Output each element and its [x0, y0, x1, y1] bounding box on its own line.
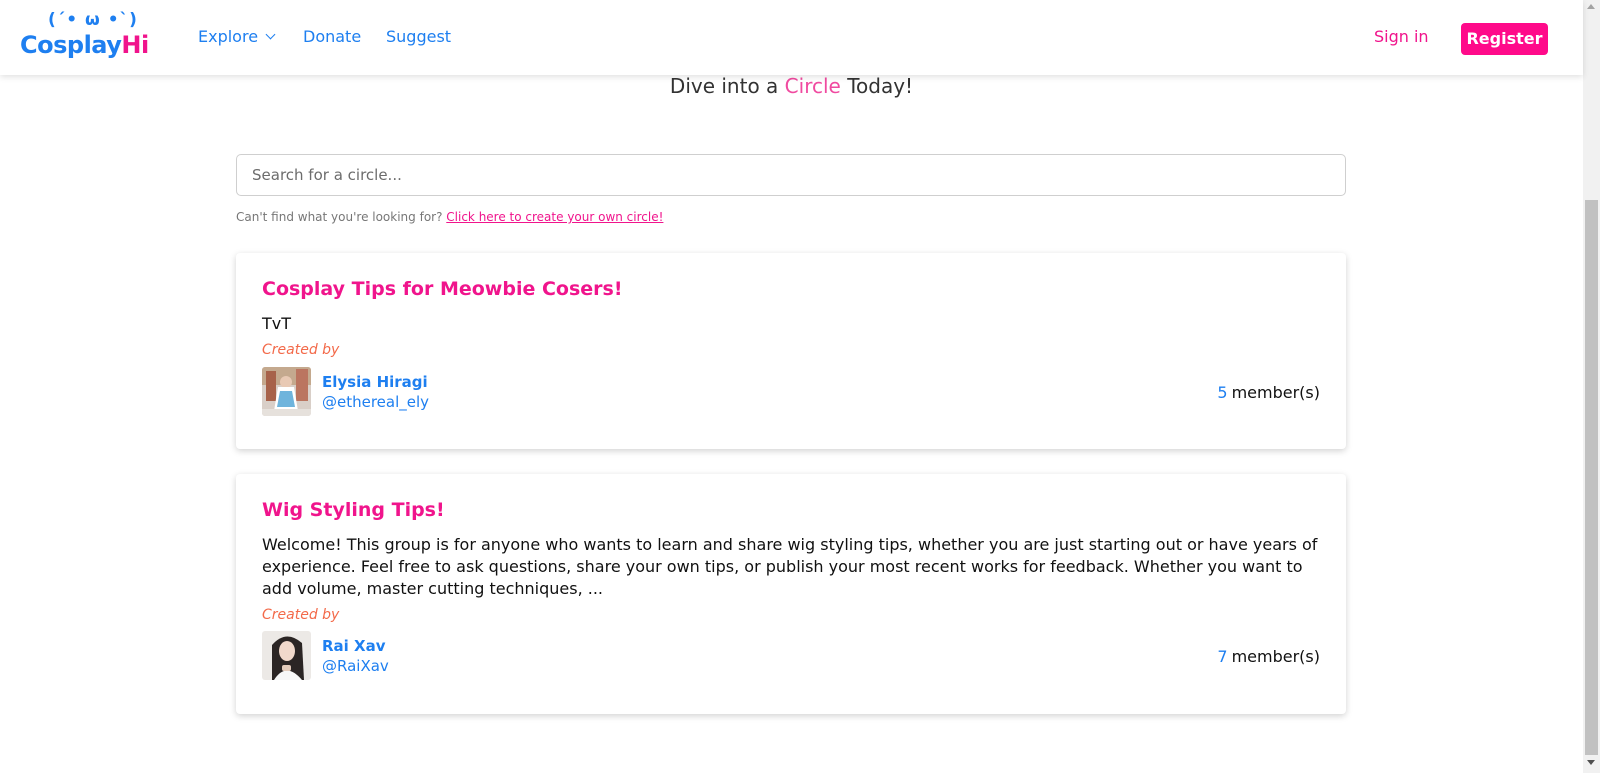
logo-face: (´• ω •`) — [48, 10, 138, 30]
created-by-label: Created by — [262, 342, 340, 358]
circle-search-input[interactable] — [236, 154, 1346, 196]
avatar-image — [262, 367, 311, 416]
register-button[interactable]: Register — [1461, 23, 1548, 55]
heading-prefix: Dive into a — [669, 74, 785, 98]
member-count-number: 5 — [1217, 383, 1228, 402]
member-count: 7 member(s) — [1217, 647, 1320, 666]
created-by-label: Created by — [262, 607, 340, 623]
page-heading: Dive into a Circle Today! — [0, 74, 1583, 98]
nav-suggest-link[interactable]: Suggest — [386, 27, 451, 46]
scroll-down-arrow-icon[interactable] — [1587, 760, 1595, 765]
circle-card[interactable]: Cosplay Tips for Meowbie Cosers! TvT Cre… — [236, 253, 1346, 449]
creator-avatar[interactable] — [262, 367, 311, 416]
hint-text: Can't find what you're looking for? — [236, 210, 447, 224]
member-count-label: member(s) — [1231, 647, 1320, 666]
creator-avatar[interactable] — [262, 631, 311, 680]
create-circle-hint: Can't find what you're looking for? Clic… — [236, 210, 663, 224]
creator-name[interactable]: Elysia Hiragi — [322, 373, 428, 391]
page-scrollbar[interactable] — [1583, 0, 1600, 773]
creator-handle[interactable]: @ethereal_ely — [322, 393, 429, 411]
top-navbar: (´• ω •`) CosplayHi Explore Donate Sugge… — [0, 0, 1583, 75]
member-count: 5 member(s) — [1217, 383, 1320, 402]
logo-word-part1: Cosplay — [20, 31, 122, 59]
logo-word-part2: Hi — [121, 31, 149, 59]
nav-donate-link[interactable]: Donate — [303, 27, 361, 46]
creator-name[interactable]: Rai Xav — [322, 637, 386, 655]
heading-accent: Circle — [784, 74, 841, 98]
cosplayhi-logo[interactable]: (´• ω •`) CosplayHi — [20, 8, 160, 66]
member-count-label: member(s) — [1231, 383, 1320, 402]
chevron-down-icon — [265, 29, 276, 40]
scroll-up-arrow-icon[interactable] — [1587, 4, 1595, 9]
member-count-number: 7 — [1217, 647, 1228, 666]
nav-explore-dropdown[interactable]: Explore — [198, 27, 276, 46]
sign-in-link[interactable]: Sign in — [1374, 27, 1429, 46]
circle-description: Welcome! This group is for anyone who wa… — [262, 535, 1318, 598]
avatar-image — [262, 631, 311, 680]
circle-card[interactable]: Wig Styling Tips! Welcome! This group is… — [236, 474, 1346, 714]
circle-description: TvT — [262, 314, 292, 333]
creator-handle[interactable]: @RaiXav — [322, 657, 389, 675]
nav-explore-label: Explore — [198, 27, 259, 46]
logo-wordmark: CosplayHi — [20, 31, 149, 59]
scrollbar-thumb[interactable] — [1585, 200, 1598, 755]
heading-suffix: Today! — [840, 74, 914, 98]
circle-title[interactable]: Wig Styling Tips! — [262, 499, 445, 521]
create-circle-link[interactable]: Click here to create your own circle! — [446, 210, 663, 224]
circle-title[interactable]: Cosplay Tips for Meowbie Cosers! — [262, 278, 623, 300]
